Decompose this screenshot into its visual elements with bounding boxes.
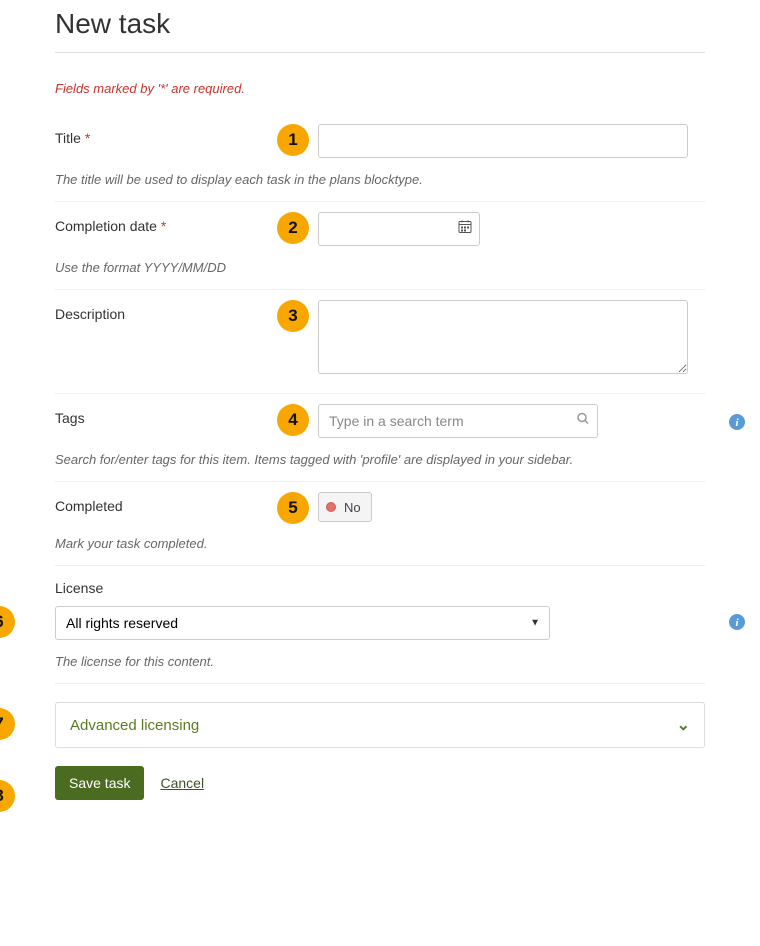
- info-icon[interactable]: i: [729, 614, 745, 635]
- callout-5: 5: [277, 492, 309, 524]
- toggle-off-indicator-icon: [326, 502, 336, 512]
- callout-4: 4: [277, 404, 309, 436]
- save-task-button[interactable]: Save task: [55, 766, 144, 800]
- completed-toggle[interactable]: No: [318, 492, 372, 522]
- completion-date-help: Use the format YYYY/MM/DD: [55, 260, 705, 275]
- cancel-link[interactable]: Cancel: [160, 775, 204, 791]
- field-row-completion-date: Completion date * 2 Use the format YYYY/…: [55, 202, 705, 290]
- completion-date-input[interactable]: [318, 212, 480, 246]
- field-row-title: Title * 1 The title will be used to disp…: [55, 114, 705, 202]
- license-select[interactable]: All rights reserved: [55, 606, 550, 640]
- page-title: New task: [55, 0, 705, 53]
- field-row-description: Description 3: [55, 290, 705, 394]
- advanced-licensing-toggle[interactable]: Advanced licensing ⌄: [55, 702, 705, 748]
- callout-3: 3: [277, 300, 309, 332]
- callout-8: 8: [0, 780, 15, 812]
- description-input[interactable]: [318, 300, 688, 374]
- callout-2: 2: [277, 212, 309, 244]
- license-label: License: [55, 580, 705, 596]
- title-help: The title will be used to display each t…: [55, 172, 705, 187]
- required-mark: *: [85, 130, 90, 146]
- advanced-licensing-label: Advanced licensing: [70, 717, 199, 734]
- title-label-text: Title: [55, 130, 81, 146]
- field-row-completed: Completed No 5 Mark your task completed.: [55, 482, 705, 566]
- search-icon: [576, 412, 590, 431]
- tags-help: Search for/enter tags for this item. Ite…: [55, 452, 705, 467]
- title-input[interactable]: [318, 124, 688, 158]
- required-fields-note: Fields marked by '*' are required.: [55, 81, 705, 96]
- completion-date-label-text: Completion date: [55, 218, 157, 234]
- required-mark: *: [161, 218, 166, 234]
- completed-help: Mark your task completed.: [55, 536, 705, 551]
- field-row-tags: Tags 4 i Search for/enter tags for this …: [55, 394, 705, 482]
- license-help: The license for this content.: [55, 654, 705, 669]
- callout-7: 7: [0, 708, 15, 740]
- callout-1: 1: [277, 124, 309, 156]
- tags-input[interactable]: [318, 404, 598, 438]
- form-actions: Save task Cancel: [55, 766, 705, 800]
- info-icon[interactable]: i: [729, 414, 745, 435]
- field-row-license: License All rights reserved ▼ 6 i The li…: [55, 566, 705, 684]
- toggle-label: No: [344, 500, 361, 515]
- chevron-down-icon: ⌄: [677, 715, 690, 735]
- callout-6: 6: [0, 606, 15, 638]
